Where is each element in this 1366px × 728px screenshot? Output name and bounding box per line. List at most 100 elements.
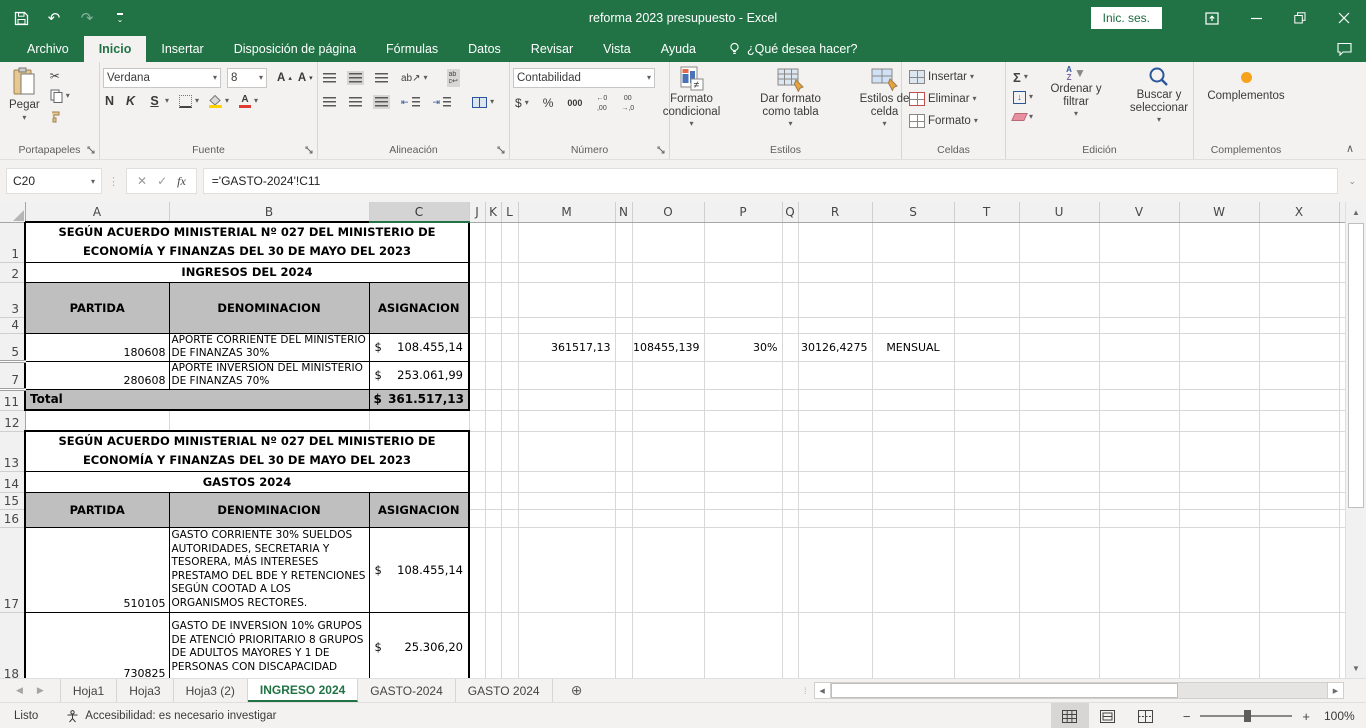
addins-button[interactable]: Complementos	[1199, 64, 1292, 105]
cell-empty[interactable]	[615, 431, 632, 471]
cell-empty[interactable]	[782, 361, 798, 389]
cell-empty[interactable]	[469, 262, 485, 282]
sheet-tab-gasto-2024b[interactable]: GASTO 2024	[456, 679, 553, 702]
cell-header-denominacion[interactable]: DENOMINACION	[169, 282, 369, 333]
customize-qat-button[interactable]: ⌄	[111, 9, 129, 27]
cell-empty[interactable]	[518, 410, 615, 431]
fill-button[interactable]: ↓▾	[1011, 89, 1035, 105]
cell-C7-asignacion[interactable]: $253.061,99	[369, 361, 469, 389]
font-color-button[interactable]: A ▾	[237, 93, 260, 109]
cell-S5[interactable]: MENSUAL	[872, 333, 954, 361]
insert-cells-button[interactable]: Insertar▾	[907, 69, 976, 85]
col-header-B[interactable]: B	[169, 202, 369, 222]
scroll-up-button[interactable]: ▲	[1346, 202, 1366, 222]
alineacion-dialog-launcher[interactable]	[497, 146, 507, 156]
cell-empty[interactable]	[501, 389, 518, 410]
horizontal-scroll-thumb[interactable]	[831, 683, 1179, 698]
cell-empty[interactable]	[1259, 282, 1339, 317]
formula-input[interactable]: ='GASTO-2024'!C11	[203, 168, 1339, 194]
cell-empty[interactable]	[1099, 527, 1179, 612]
cell-empty[interactable]	[1259, 361, 1339, 389]
row-header-11[interactable]: 11	[0, 389, 25, 410]
orientation-button[interactable]: ab↗▾	[399, 70, 430, 86]
cell-empty[interactable]	[632, 317, 704, 333]
tab-ayuda[interactable]: Ayuda	[646, 36, 711, 62]
cell-empty[interactable]	[518, 262, 615, 282]
cell-empty[interactable]	[615, 333, 632, 361]
cell-A18-partida[interactable]: 730825	[25, 612, 169, 678]
cell-empty[interactable]	[1179, 509, 1259, 527]
cell-empty[interactable]	[632, 492, 704, 509]
redo-button[interactable]: ↷	[78, 9, 96, 27]
cell-empty[interactable]	[501, 527, 518, 612]
cell-empty[interactable]	[501, 492, 518, 509]
cell-empty[interactable]	[615, 222, 632, 262]
cell-empty[interactable]	[1259, 471, 1339, 492]
minimize-button[interactable]	[1234, 0, 1278, 36]
cell-empty[interactable]	[782, 262, 798, 282]
decrease-font-button[interactable]: A▾	[296, 70, 315, 86]
bold-button[interactable]: N	[103, 93, 118, 109]
cell-empty[interactable]	[782, 492, 798, 509]
conditional-formatting-button[interactable]: ≠ Formato condicional ▾	[648, 64, 736, 130]
prev-sheet-button[interactable]: ◀	[16, 685, 23, 696]
tab-archivo[interactable]: Archivo	[12, 36, 84, 62]
cell-C11-total[interactable]: $361.517,13	[369, 389, 469, 410]
col-header-U[interactable]: U	[1019, 202, 1099, 222]
cell-empty[interactable]	[169, 410, 369, 431]
tab-disposicion[interactable]: Disposición de página	[219, 36, 371, 62]
cell-empty[interactable]	[501, 471, 518, 492]
cell-empty[interactable]	[632, 509, 704, 527]
cell-empty[interactable]	[782, 222, 798, 262]
cell-empty[interactable]	[782, 612, 798, 678]
col-header-C-selected[interactable]: C	[369, 202, 469, 222]
cell-empty[interactable]	[954, 389, 1019, 410]
align-top-button[interactable]	[321, 70, 338, 86]
cell-empty[interactable]	[1259, 509, 1339, 527]
cell-M5[interactable]: 361517,13	[518, 333, 615, 361]
row-header-17[interactable]: 17	[0, 527, 25, 612]
cell-empty[interactable]	[798, 282, 872, 317]
cell-empty[interactable]	[501, 222, 518, 262]
page-break-view-button[interactable]	[1127, 703, 1165, 728]
sheet-tab-gasto-2024a[interactable]: GASTO-2024	[358, 679, 455, 702]
cell-empty[interactable]	[501, 282, 518, 317]
cell-empty[interactable]	[485, 389, 501, 410]
collapse-ribbon-button[interactable]: ∧	[1346, 142, 1354, 155]
format-cells-button[interactable]: Formato▾	[907, 113, 980, 129]
cell-A5-partida[interactable]: 180608	[25, 333, 169, 361]
sheet-tab-hoja1[interactable]: Hoja1	[60, 679, 117, 702]
cell-empty[interactable]	[615, 612, 632, 678]
cell-empty[interactable]	[798, 389, 872, 410]
cell-empty[interactable]	[485, 410, 501, 431]
cell-empty[interactable]	[485, 509, 501, 527]
comments-button[interactable]	[1337, 36, 1352, 62]
cell-empty[interactable]	[1019, 492, 1099, 509]
cell-C5-asignacion[interactable]: $108.455,14	[369, 333, 469, 361]
cell-empty[interactable]	[518, 282, 615, 317]
cell-empty[interactable]	[469, 317, 485, 333]
cell-empty[interactable]	[1259, 262, 1339, 282]
cell-empty[interactable]	[1099, 471, 1179, 492]
new-sheet-button[interactable]: ⊕	[553, 679, 601, 702]
tab-datos[interactable]: Datos	[453, 36, 516, 62]
cell-empty[interactable]	[1099, 431, 1179, 471]
cell-empty[interactable]	[615, 389, 632, 410]
cell-empty[interactable]	[518, 492, 615, 509]
cell-empty[interactable]	[518, 527, 615, 612]
cell-empty[interactable]	[469, 222, 485, 262]
cell-empty[interactable]	[798, 527, 872, 612]
cell-empty[interactable]	[615, 509, 632, 527]
sheet-tab-hoja3[interactable]: Hoja3	[117, 679, 173, 702]
cell-empty[interactable]	[1099, 282, 1179, 317]
cell-empty[interactable]	[518, 431, 615, 471]
find-select-button[interactable]: Buscar y seleccionar ▾	[1115, 64, 1203, 126]
cell-R5[interactable]: 30126,4275	[798, 333, 872, 361]
cell-gastos-header-denominacion[interactable]: DENOMINACION	[169, 492, 369, 527]
cell-empty[interactable]	[872, 410, 954, 431]
cancel-button[interactable]: ✕	[137, 174, 147, 188]
cell-empty[interactable]	[782, 509, 798, 527]
row-header-12[interactable]: 12	[0, 410, 25, 431]
align-middle-button[interactable]	[347, 70, 364, 86]
next-sheet-button[interactable]: ▶	[37, 685, 44, 696]
